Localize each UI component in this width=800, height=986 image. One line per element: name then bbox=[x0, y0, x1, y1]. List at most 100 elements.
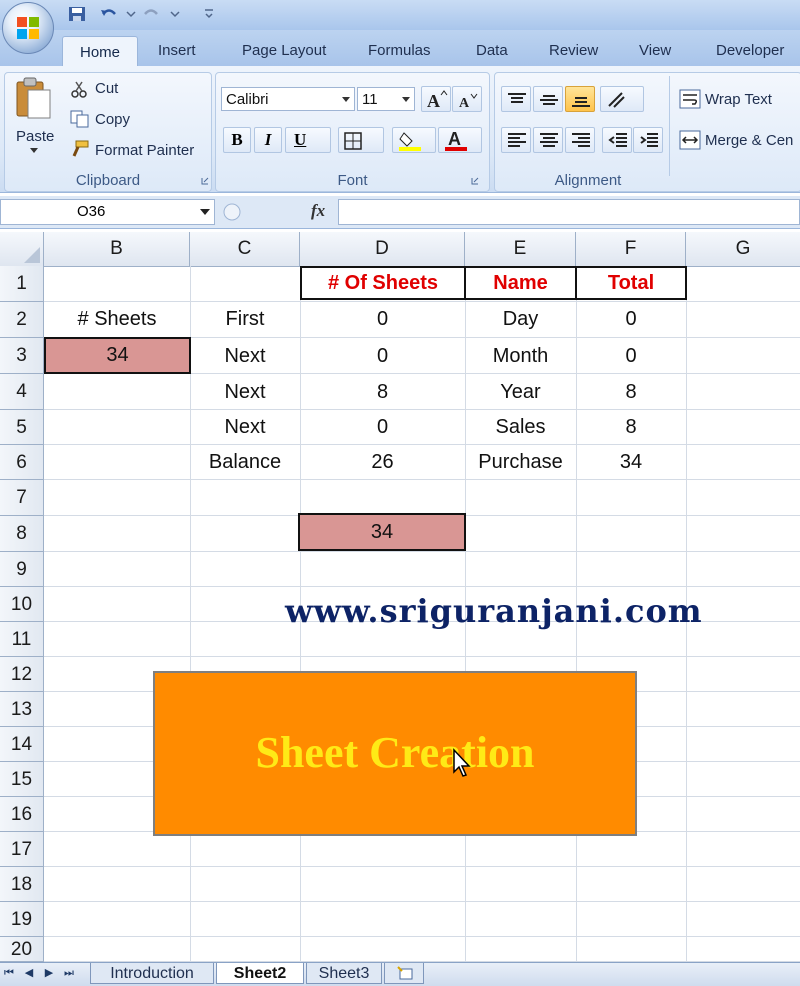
cell-f6[interactable]: 34 bbox=[576, 445, 686, 480]
cell-c5[interactable]: Next bbox=[190, 410, 300, 445]
chevron-down-icon[interactable] bbox=[200, 209, 210, 216]
orientation-button[interactable] bbox=[600, 86, 644, 112]
font-color-button[interactable]: A bbox=[438, 127, 482, 153]
row-header-14[interactable]: 14 bbox=[0, 727, 44, 762]
cell-f1[interactable]: Total bbox=[575, 266, 687, 300]
cell-e1[interactable]: Name bbox=[464, 266, 577, 300]
column-header-g[interactable]: G bbox=[686, 232, 800, 266]
borders-button[interactable] bbox=[338, 127, 384, 153]
last-sheet-icon[interactable]: ⏭ bbox=[62, 966, 76, 980]
increase-indent-button[interactable] bbox=[633, 127, 663, 153]
insert-function-button[interactable]: fx bbox=[311, 201, 325, 221]
row-header-19[interactable]: 19 bbox=[0, 902, 44, 937]
cell-d8[interactable]: 34 bbox=[298, 513, 466, 551]
cell-e3[interactable]: Month bbox=[465, 338, 576, 374]
chevron-down-icon[interactable] bbox=[166, 6, 184, 22]
row-header-17[interactable]: 17 bbox=[0, 832, 44, 867]
formula-input[interactable] bbox=[338, 199, 800, 225]
name-box[interactable]: O36 bbox=[0, 199, 215, 225]
cell-e2[interactable]: Day bbox=[465, 302, 576, 336]
cell-c2[interactable]: First bbox=[190, 302, 300, 336]
row-header-20[interactable]: 20 bbox=[0, 937, 44, 962]
font-size-dropdown[interactable]: 11 bbox=[357, 87, 415, 111]
cell-e6[interactable]: Purchase bbox=[465, 445, 576, 480]
cell-e5[interactable]: Sales bbox=[465, 410, 576, 445]
cell-f3[interactable]: 0 bbox=[576, 338, 686, 374]
column-header-d[interactable]: D bbox=[300, 232, 465, 266]
cell-d6[interactable]: 26 bbox=[300, 445, 465, 480]
insert-sheet-tab[interactable] bbox=[384, 963, 424, 984]
row-header-8[interactable]: 8 bbox=[0, 516, 44, 552]
row-header-15[interactable]: 15 bbox=[0, 762, 44, 797]
tab-page-layout[interactable]: Page Layout bbox=[242, 42, 326, 59]
row-header-1[interactable]: 1 bbox=[0, 266, 44, 302]
tab-view[interactable]: View bbox=[639, 42, 671, 59]
tab-insert[interactable]: Insert bbox=[158, 42, 196, 59]
cell-d4[interactable]: 8 bbox=[300, 374, 465, 410]
row-header-9[interactable]: 9 bbox=[0, 552, 44, 587]
cell-b3[interactable]: 34 bbox=[44, 337, 191, 374]
cell-d3[interactable]: 0 bbox=[300, 338, 465, 374]
row-header-10[interactable]: 10 bbox=[0, 587, 44, 622]
bottom-align-button[interactable] bbox=[565, 86, 595, 112]
sheet-tab-sheet3[interactable]: Sheet3 bbox=[306, 963, 382, 984]
top-align-button[interactable] bbox=[501, 86, 531, 112]
format-painter-button[interactable]: Format Painter bbox=[95, 142, 194, 159]
first-sheet-icon[interactable]: ⏮ bbox=[2, 966, 16, 980]
underline-button[interactable]: U bbox=[285, 127, 331, 153]
chevron-down-icon[interactable] bbox=[122, 6, 140, 22]
merge-center-button[interactable]: Merge & Cen bbox=[705, 132, 793, 149]
row-header-13[interactable]: 13 bbox=[0, 692, 44, 727]
italic-button[interactable]: I bbox=[254, 127, 282, 153]
cell-e4[interactable]: Year bbox=[465, 374, 576, 410]
column-header-e[interactable]: E bbox=[465, 232, 576, 266]
dialog-launcher-icon[interactable] bbox=[201, 177, 209, 185]
select-all-corner[interactable] bbox=[0, 232, 44, 266]
tab-home[interactable]: Home bbox=[62, 36, 138, 69]
tab-review[interactable]: Review bbox=[549, 42, 598, 59]
cell-b2[interactable]: # Sheets bbox=[44, 302, 190, 336]
column-header-c[interactable]: C bbox=[190, 232, 300, 266]
sheet-tab-introduction[interactable]: Introduction bbox=[90, 963, 214, 984]
font-name-dropdown[interactable]: Calibri bbox=[221, 87, 355, 111]
bold-button[interactable]: B bbox=[223, 127, 251, 153]
cell-f2[interactable]: 0 bbox=[576, 302, 686, 336]
align-center-button[interactable] bbox=[533, 127, 563, 153]
middle-align-button[interactable] bbox=[533, 86, 563, 112]
cell-f5[interactable]: 8 bbox=[576, 410, 686, 445]
column-header-b[interactable]: B bbox=[44, 232, 190, 266]
row-header-11[interactable]: 11 bbox=[0, 622, 44, 657]
tab-formulas[interactable]: Formulas bbox=[368, 42, 431, 59]
redo-icon[interactable] bbox=[142, 6, 160, 22]
cell-c4[interactable]: Next bbox=[190, 374, 300, 410]
decrease-indent-button[interactable] bbox=[602, 127, 632, 153]
save-icon[interactable] bbox=[68, 6, 86, 22]
copy-button[interactable]: Copy bbox=[95, 111, 130, 128]
cut-button[interactable]: Cut bbox=[95, 80, 118, 97]
paste-icon[interactable] bbox=[14, 76, 54, 122]
grow-font-button[interactable]: A bbox=[421, 86, 451, 112]
row-header-5[interactable]: 5 bbox=[0, 410, 44, 445]
row-header-12[interactable]: 12 bbox=[0, 657, 44, 692]
cell-d2[interactable]: 0 bbox=[300, 302, 465, 336]
row-header-7[interactable]: 7 bbox=[0, 480, 44, 516]
tab-developer[interactable]: Developer bbox=[716, 42, 784, 59]
paste-button[interactable]: Paste bbox=[16, 128, 54, 145]
wrap-text-button[interactable]: Wrap Text bbox=[705, 91, 772, 108]
next-sheet-icon[interactable]: ▶ bbox=[42, 966, 56, 980]
align-left-button[interactable] bbox=[501, 127, 531, 153]
cell-c3[interactable]: Next bbox=[190, 338, 300, 374]
row-header-18[interactable]: 18 bbox=[0, 867, 44, 902]
office-button[interactable] bbox=[2, 2, 54, 54]
cell-f4[interactable]: 8 bbox=[576, 374, 686, 410]
cell-d5[interactable]: 0 bbox=[300, 410, 465, 445]
customize-toolbar-icon[interactable] bbox=[200, 6, 218, 22]
row-header-6[interactable]: 6 bbox=[0, 445, 44, 480]
sheet-creation-button[interactable]: Sheet Creation bbox=[153, 671, 637, 836]
cell-d1[interactable]: # Of Sheets bbox=[300, 266, 466, 300]
sheet-tab-sheet2[interactable]: Sheet2 bbox=[216, 963, 304, 984]
column-header-f[interactable]: F bbox=[576, 232, 686, 266]
shrink-font-button[interactable]: A bbox=[452, 86, 482, 112]
row-header-3[interactable]: 3 bbox=[0, 338, 44, 374]
chevron-down-icon[interactable] bbox=[30, 148, 38, 154]
